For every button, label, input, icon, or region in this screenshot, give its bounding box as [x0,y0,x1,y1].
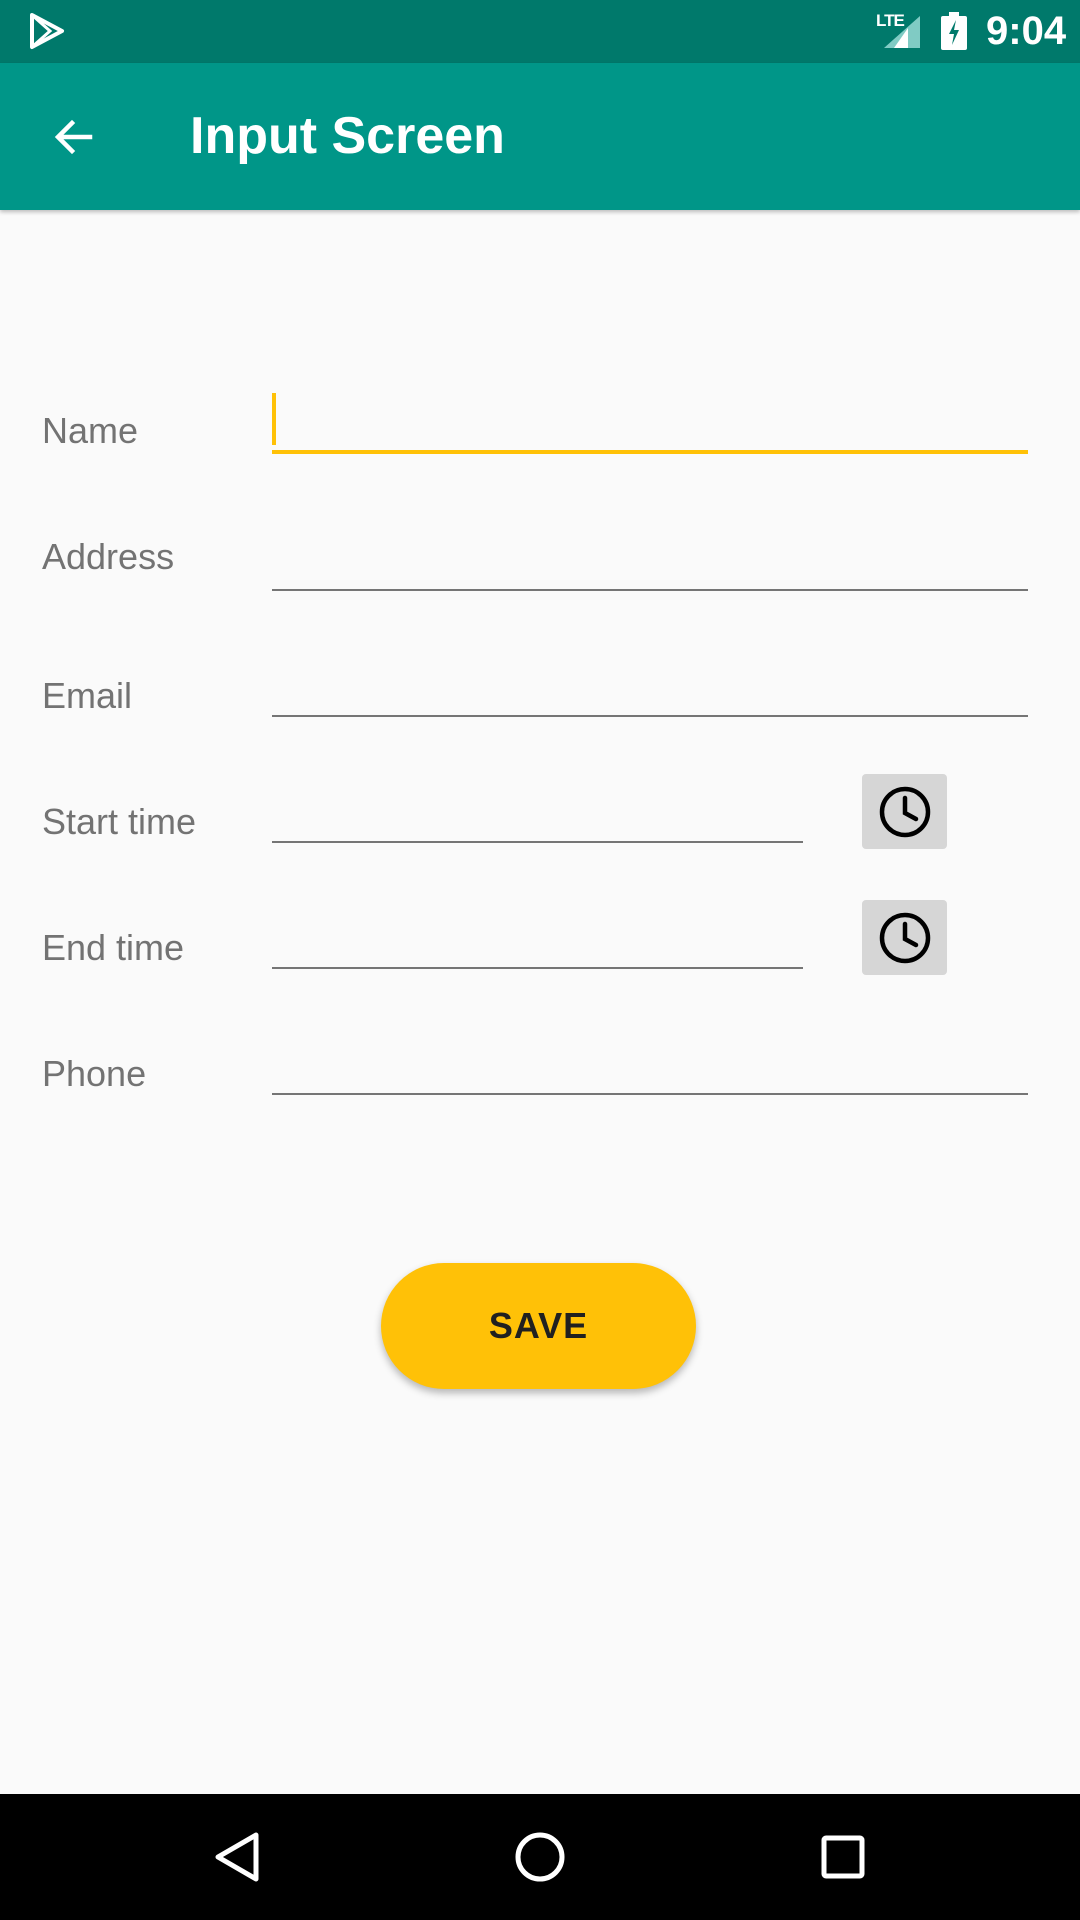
start-time-picker-button[interactable] [862,774,947,849]
name-label: Name [42,410,139,451]
lte-signal-icon [884,16,920,48]
email-field[interactable] [272,657,1028,717]
system-nav-bar [0,1794,1080,1920]
recents-square-icon [821,1835,865,1879]
back-button[interactable] [36,99,112,175]
phone-field[interactable] [272,1035,1028,1095]
page-title: Input Screen [190,107,505,165]
start-time-label: Start time [42,801,197,842]
battery-charging-icon [941,12,967,50]
home-circle-icon [515,1832,565,1882]
email-label: Email [42,675,133,716]
end-time-picker-button[interactable] [862,900,947,975]
clock-icon [879,912,930,963]
status-clock: 9:04 [986,9,1067,53]
clock-icon [879,786,930,837]
address-field[interactable] [272,531,1028,591]
back-triangle-icon [215,1832,259,1882]
play-store-icon [30,13,64,49]
name-field[interactable] [272,394,1028,454]
end-time-field[interactable] [272,909,803,969]
text-cursor [272,393,276,445]
status-bar: LTE 9:04 [0,0,1080,63]
address-label: Address [42,536,175,577]
nav-back-button[interactable] [202,1822,272,1892]
phone-label: Phone [42,1053,147,1094]
start-time-field[interactable] [272,783,803,843]
nav-home-button[interactable] [505,1822,575,1892]
app-bar: Input Screen [0,63,1080,210]
end-time-label: End time [42,927,185,968]
save-button[interactable]: SAVE [381,1263,696,1389]
arrow-back-icon [54,119,93,155]
nav-recents-button[interactable] [808,1822,878,1892]
